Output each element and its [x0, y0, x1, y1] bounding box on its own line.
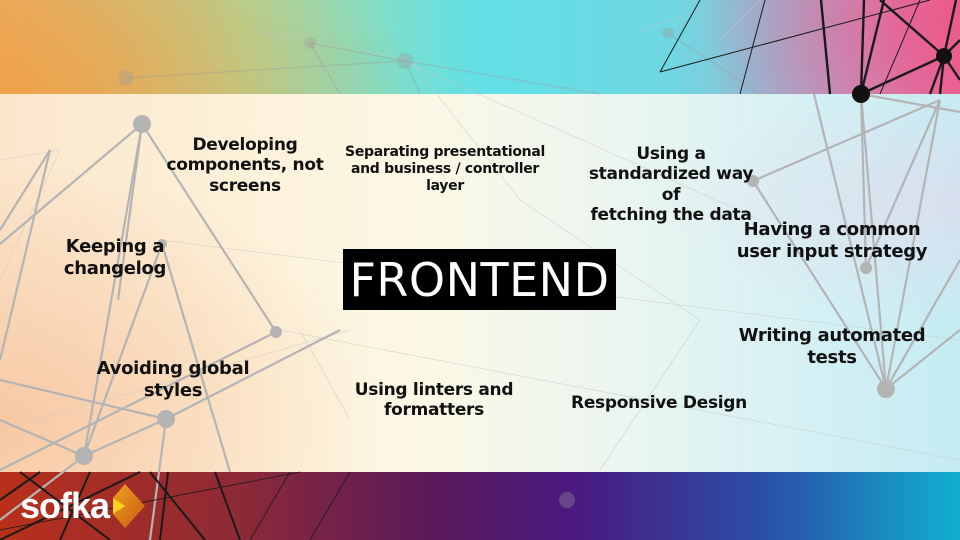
- topic-avoiding-global-styles: Avoiding global styles: [82, 358, 264, 401]
- topic-line: Keeping a: [65, 236, 165, 257]
- topic-line: standardized way of: [588, 164, 754, 205]
- topic-line: Using linters and: [354, 380, 514, 400]
- topic-line: Using a: [636, 144, 706, 164]
- topic-standardized-fetching: Using a standardized way of fetching the…: [578, 144, 764, 226]
- slide: FRONTEND Developing components, not scre…: [0, 0, 960, 540]
- topic-line: Responsive Design: [571, 393, 747, 413]
- topic-line: Writing automated: [738, 325, 926, 346]
- topic-separating-layers: Separating presentational and business /…: [334, 144, 556, 194]
- topic-line: Separating presentational: [345, 144, 545, 160]
- topic-line: Having a common: [743, 219, 921, 240]
- slide-title: FRONTEND: [349, 252, 610, 307]
- topic-line: changelog: [63, 257, 167, 279]
- topic-line: formatters: [384, 400, 484, 421]
- sofka-logo: sofka: [20, 484, 146, 528]
- topic-line: styles: [143, 379, 203, 401]
- topic-keeping-changelog: Keeping a changelog: [52, 236, 178, 279]
- top-right-black-lines: [819, 0, 960, 96]
- title-box: FRONTEND: [343, 249, 616, 310]
- topic-line: user input strategy: [736, 240, 928, 262]
- topic-responsive-design: Responsive Design: [566, 393, 752, 413]
- topic-line: screens: [209, 175, 281, 196]
- topic-line: Avoiding global: [96, 358, 250, 379]
- topic-linters-formatters: Using linters and formatters: [350, 380, 518, 421]
- topic-developing-components: Developing components, not screens: [160, 135, 330, 196]
- topic-line: tests: [807, 346, 857, 368]
- topic-line: and business / controller: [350, 160, 539, 177]
- topic-common-input-strategy: Having a common user input strategy: [734, 219, 930, 262]
- logo-arrow-icon: [113, 484, 146, 528]
- topic-automated-tests: Writing automated tests: [734, 325, 930, 368]
- topic-line: Developing: [192, 135, 298, 155]
- topic-line: components, not: [166, 155, 324, 176]
- logo-text: sofka: [20, 485, 110, 526]
- topic-line: layer: [426, 177, 464, 194]
